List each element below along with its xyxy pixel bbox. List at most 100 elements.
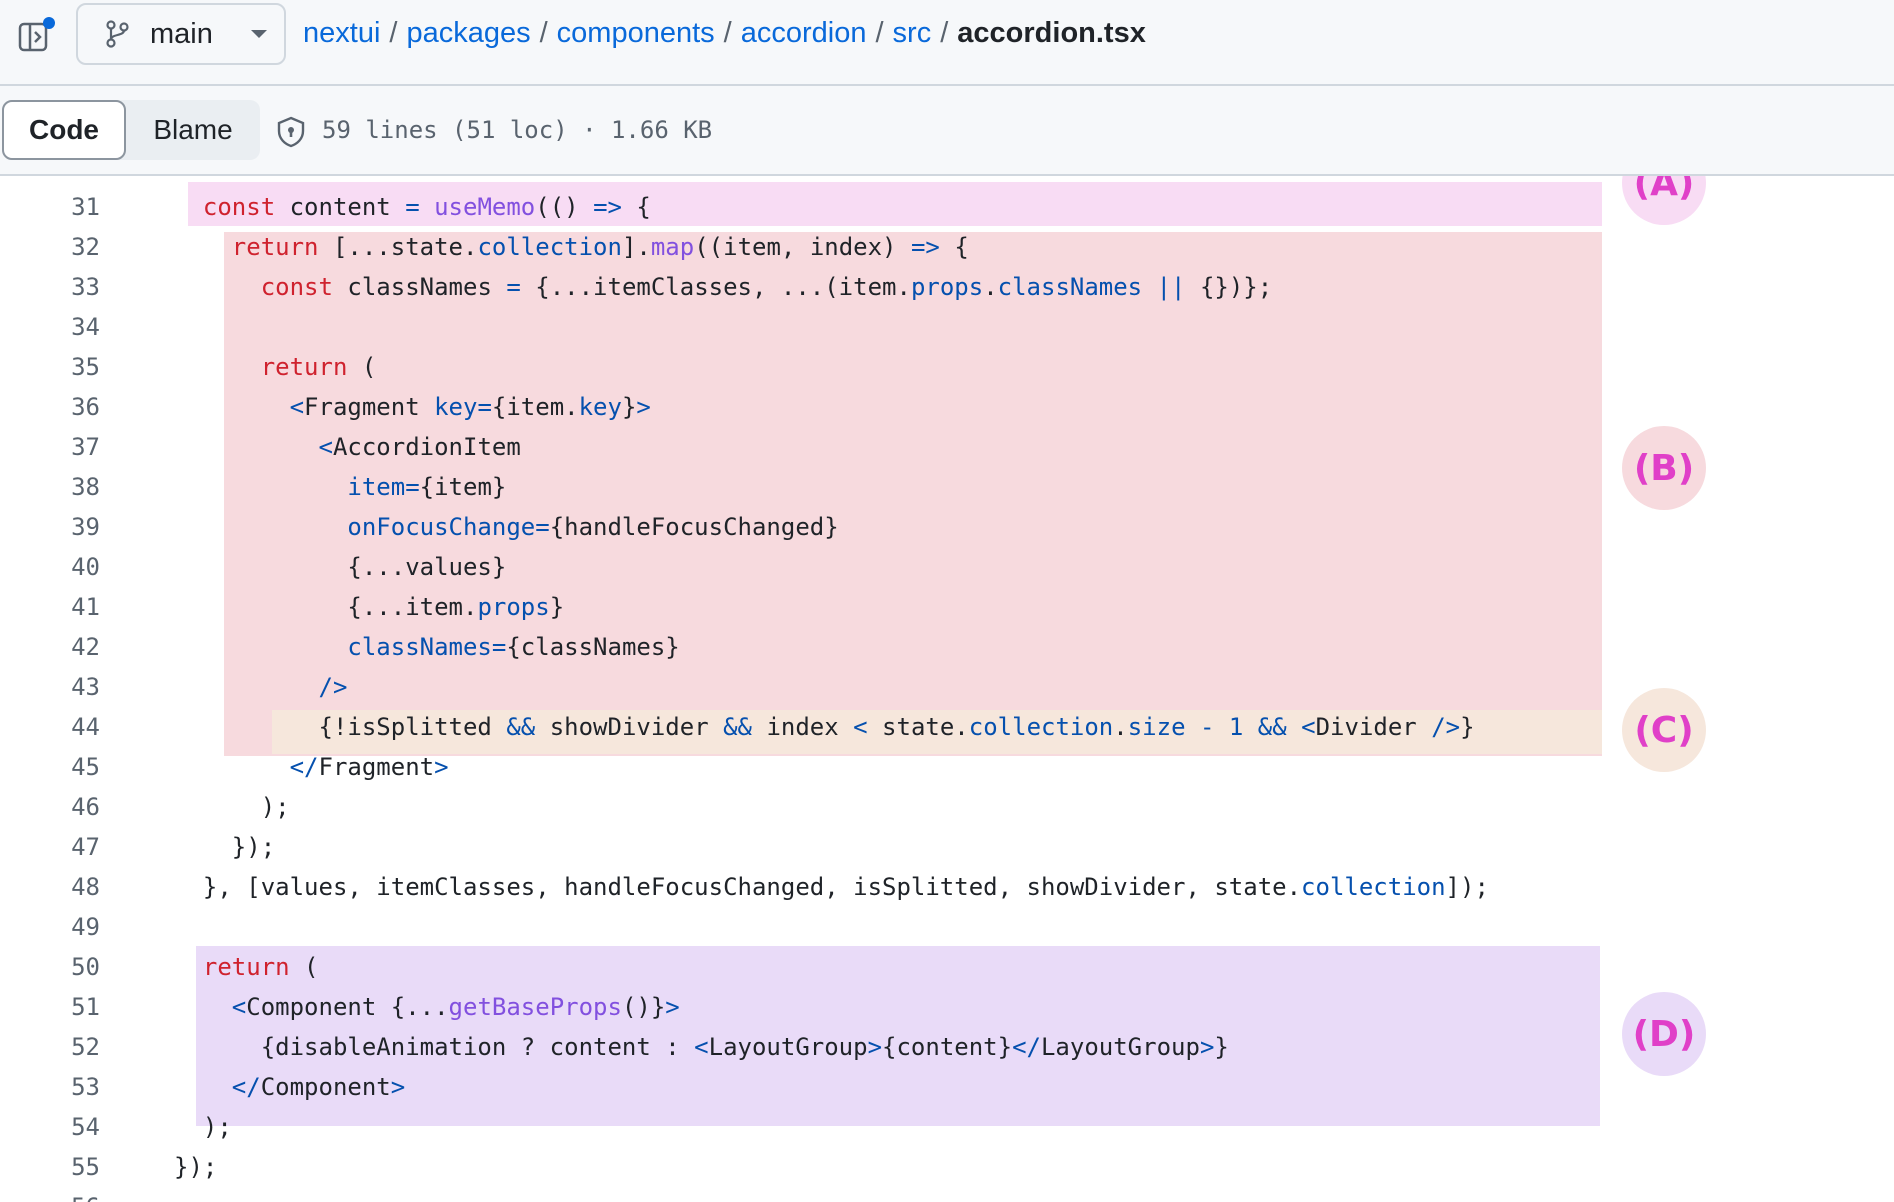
code-token: return — [202, 953, 290, 981]
line-number[interactable]: 53 — [0, 1067, 100, 1107]
line-number[interactable]: 36 — [0, 387, 100, 427]
code-line: 38 item={item} — [0, 467, 1894, 507]
code-token: classNames= — [347, 633, 507, 661]
code-token: {...values} — [174, 553, 507, 581]
code-token: key — [578, 393, 622, 421]
line-number[interactable]: 43 — [0, 667, 100, 707]
code-text: ); — [174, 787, 290, 827]
code-token: Component — [260, 1073, 391, 1101]
line-number[interactable]: 38 — [0, 467, 100, 507]
line-number[interactable]: 46 — [0, 787, 100, 827]
line-number[interactable]: 40 — [0, 547, 100, 587]
code-line: 32 return [...state.collection].map((ite… — [0, 227, 1894, 267]
line-number[interactable]: 41 — [0, 587, 100, 627]
line-number[interactable]: 52 — [0, 1027, 100, 1067]
file-header: Code Blame 59 lines (51 loc) · 1.66 KB — [0, 86, 1894, 176]
code-line: 51 <Component {...getBaseProps()}> — [0, 987, 1894, 1027]
file-info: 59 lines (51 loc) · 1.66 KB — [322, 116, 713, 144]
code-line: 46 ); — [0, 787, 1894, 827]
code-token: </ — [231, 1073, 261, 1101]
code-token: state. — [867, 713, 969, 741]
code-token: < — [231, 993, 247, 1021]
side-panel-icon[interactable] — [16, 16, 56, 56]
code-text: /> — [174, 667, 348, 707]
code-token: > — [636, 393, 651, 421]
code-text: }); — [174, 1147, 217, 1187]
code-token: LayoutGroup — [1040, 1033, 1200, 1061]
line-number[interactable]: 45 — [0, 747, 100, 787]
code-token: = — [506, 273, 521, 301]
line-number[interactable]: 50 — [0, 947, 100, 987]
code-token: < — [694, 1033, 709, 1061]
breadcrumb-link-components[interactable]: components — [557, 17, 715, 49]
code-line: 49 — [0, 907, 1894, 947]
code-token: { — [621, 193, 651, 221]
tab-blame[interactable]: Blame — [126, 100, 260, 160]
code-token: }, [values, itemClasses, handleFocusChan… — [174, 873, 1302, 901]
code-token: classNames — [332, 273, 507, 301]
code-line: 47 }); — [0, 827, 1894, 867]
code-token: > — [390, 1073, 406, 1101]
code-text: </Component> — [174, 1067, 405, 1107]
shield-icon — [277, 116, 305, 148]
line-number[interactable]: 49 — [0, 907, 100, 947]
line-number[interactable]: 44 — [0, 707, 100, 747]
code-text: item={item} — [174, 467, 506, 507]
breadcrumb-separator: / — [875, 17, 884, 49]
code-token: collection — [1301, 873, 1446, 901]
line-number[interactable]: 42 — [0, 627, 100, 667]
code-token: < — [1301, 713, 1316, 741]
code-token: < — [853, 713, 868, 741]
line-number[interactable]: 34 — [0, 307, 100, 347]
branch-selector-button[interactable]: main — [76, 3, 286, 65]
line-number[interactable]: 30 — [0, 176, 100, 187]
code-token: size — [1127, 713, 1186, 741]
breadcrumb-link-src[interactable]: src — [893, 17, 932, 49]
code-token: ); — [174, 793, 290, 821]
code-token: content — [275, 193, 406, 221]
code-token: AccordionItem — [332, 433, 521, 461]
branch-name: main — [150, 17, 213, 50]
breadcrumb-link-packages[interactable]: packages — [406, 17, 530, 49]
line-number[interactable]: 56 — [0, 1187, 100, 1202]
line-number[interactable]: 35 — [0, 347, 100, 387]
code-line: 43 /> — [0, 667, 1894, 707]
code-token: /> — [318, 673, 348, 701]
code-line: 44 {!isSplitted && showDivider && index … — [0, 707, 1894, 747]
code-text: {!isSplitted && showDivider && index < s… — [174, 707, 1474, 747]
line-number[interactable]: 32 — [0, 227, 100, 267]
code-text: <Component {...getBaseProps()}> — [174, 987, 680, 1027]
code-token: 1 — [1228, 713, 1244, 741]
code-token: . — [1113, 713, 1128, 741]
code-line: 35 return ( — [0, 347, 1894, 387]
line-number[interactable]: 51 — [0, 987, 100, 1027]
line-number[interactable]: 37 — [0, 427, 100, 467]
code-token: ((item, index) — [694, 233, 911, 261]
line-number[interactable]: 48 — [0, 867, 100, 907]
code-line: 30 — [0, 176, 1894, 187]
breadcrumb-link-accordion[interactable]: accordion — [741, 17, 867, 49]
line-number[interactable]: 54 — [0, 1107, 100, 1147]
code-token: { — [939, 233, 969, 261]
line-number[interactable]: 31 — [0, 187, 100, 227]
code-token: {...item. — [174, 593, 478, 621]
code-text: return [...state.collection].map((item, … — [174, 227, 969, 267]
code-token: > — [867, 1033, 883, 1061]
line-number[interactable]: 47 — [0, 827, 100, 867]
line-number[interactable]: 33 — [0, 267, 100, 307]
code-token: } — [621, 393, 637, 421]
code-token: && — [1257, 713, 1287, 741]
code-token: } — [1214, 1033, 1229, 1061]
code-token: ( — [289, 953, 319, 981]
code-line: 48 }, [values, itemClasses, handleFocusC… — [0, 867, 1894, 907]
tab-code[interactable]: Code — [2, 100, 126, 160]
line-number[interactable]: 55 — [0, 1147, 100, 1187]
breadcrumb-separator: / — [940, 17, 949, 49]
line-number[interactable]: 39 — [0, 507, 100, 547]
breadcrumb-link-nextui[interactable]: nextui — [303, 17, 380, 49]
